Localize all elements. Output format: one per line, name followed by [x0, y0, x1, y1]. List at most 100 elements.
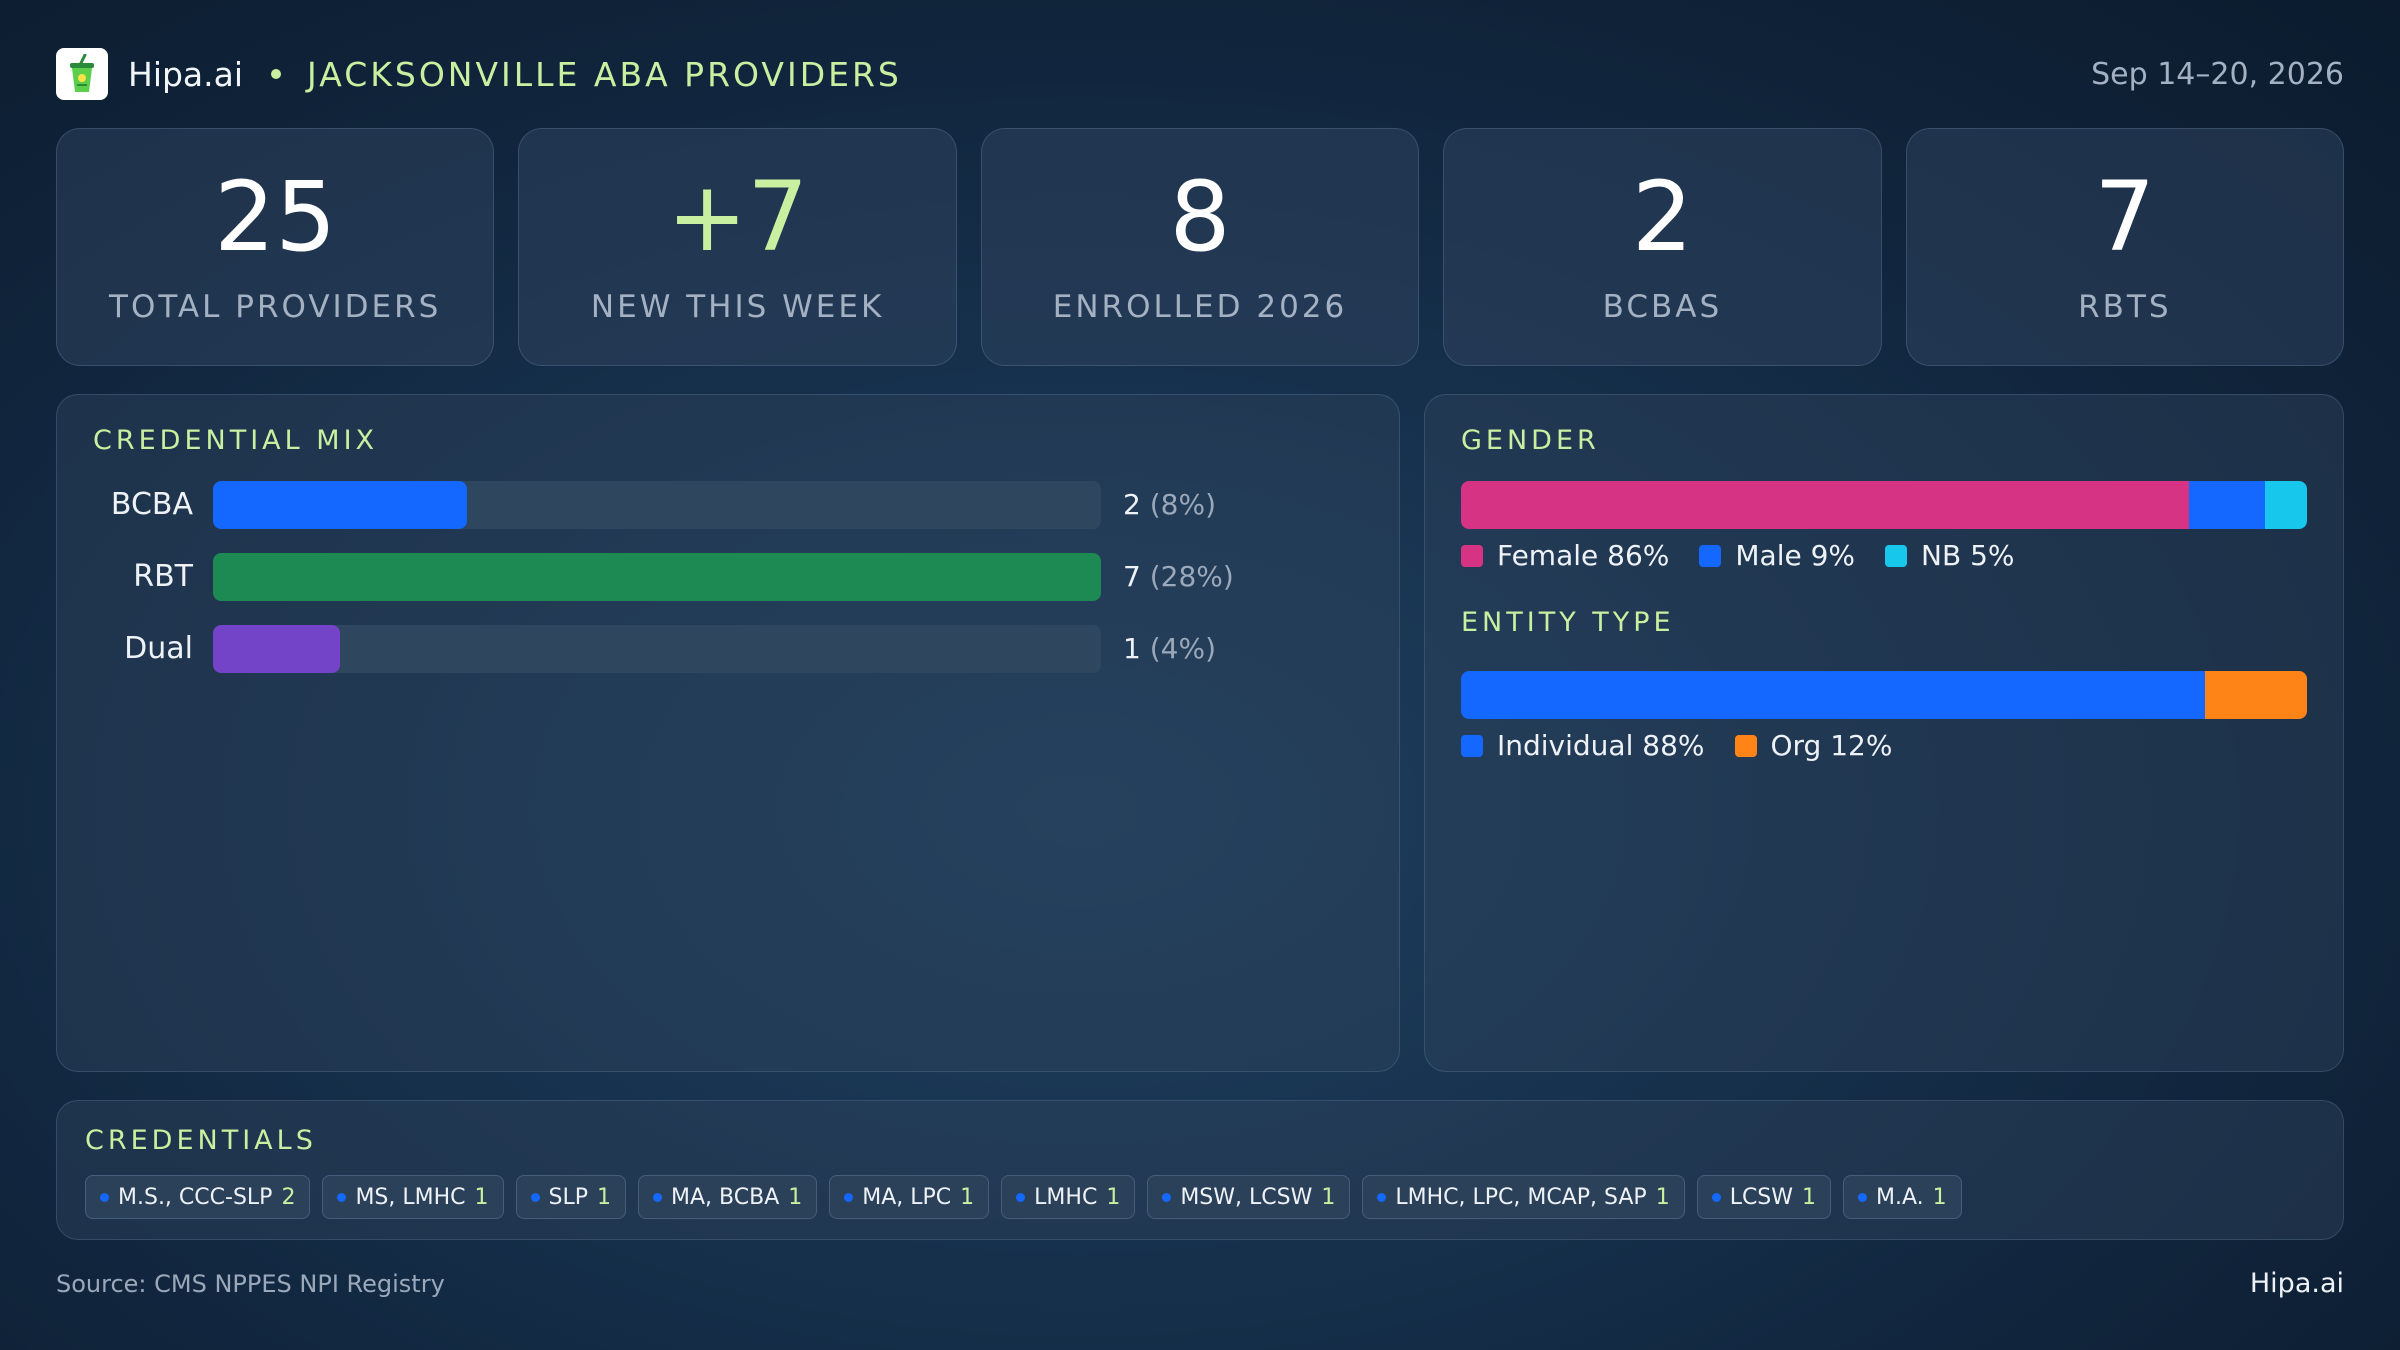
- source-note: Source: CMS NPPES NPI Registry: [56, 1270, 445, 1298]
- tag-label: MA, LPC: [862, 1184, 952, 1210]
- tag-label: LCSW: [1729, 1184, 1794, 1210]
- drink-cup-icon: [56, 48, 108, 100]
- kpi-value: 2: [1631, 161, 1693, 273]
- kpi-enrolled-2026: 8 ENROLLED 2026: [980, 128, 1420, 366]
- credential-bar: [213, 481, 467, 529]
- gender-stacked-bar: [1461, 481, 2307, 529]
- tag-label: MA, BCBA: [671, 1184, 780, 1210]
- legend-label: NB 5%: [1921, 539, 2015, 572]
- legend-label: Org 12%: [1770, 729, 1893, 762]
- entity-type-title: ENTITY TYPE: [1461, 607, 1675, 638]
- credential-percent: (4%): [1149, 632, 1217, 665]
- tag-label: SLP: [548, 1184, 589, 1210]
- legend-item: Org 12%: [1734, 729, 1893, 762]
- kpi-value: +7: [666, 161, 809, 273]
- tag-dot-icon: [530, 1192, 540, 1202]
- kpi-value: 8: [1169, 161, 1231, 273]
- tag-dot-icon: [1016, 1192, 1026, 1202]
- tag-dot-icon: [1711, 1192, 1721, 1202]
- legend-item: Male 9%: [1699, 539, 1855, 572]
- tag-count: 1: [1321, 1184, 1336, 1210]
- kpi-label: ENROLLED 2026: [1052, 289, 1348, 325]
- credential-tag: MSW, LCSW 1: [1147, 1175, 1351, 1219]
- legend-swatch: [1461, 734, 1483, 757]
- credential-count: 7: [1123, 560, 1141, 593]
- entity-type-segment: [1461, 671, 2206, 719]
- title-separator-dot: [271, 69, 282, 79]
- tag-label: LMHC: [1034, 1184, 1098, 1210]
- legend-swatch: [1885, 544, 1908, 567]
- tag-count: 1: [1932, 1184, 1947, 1210]
- credential-tag: MS, LMHC 1: [322, 1175, 504, 1219]
- page-title: JACKSONVILLE ABA PROVIDERS: [307, 54, 902, 94]
- legend-label: Individual 88%: [1497, 729, 1705, 762]
- tag-count: 2: [281, 1184, 296, 1210]
- kpi-total-providers: 25 TOTAL PROVIDERS: [56, 128, 495, 366]
- credential-percent: (28%): [1149, 560, 1234, 593]
- demographics-panel: GENDER Female 86% Male 9% NB 5% ENTITY TYP…: [1424, 394, 2344, 1072]
- credentials-title: CREDENTIALS: [85, 1125, 317, 1156]
- credential-tag: LMHC, LPC, MCAP, SAP 1: [1362, 1175, 1685, 1219]
- date-range: Sep 14–20, 2026: [2091, 56, 2344, 92]
- credential-tags: M.S., CCC-SLP 2 MS, LMHC 1 SLP 1 MA, BCBA 1 MA, …: [85, 1175, 1962, 1219]
- kpi-rbts: 7 RBTS: [1905, 128, 2345, 366]
- legend-label: Male 9%: [1735, 539, 1856, 572]
- legend-swatch: [1461, 544, 1483, 567]
- tag-label: LMHC, LPC, MCAP, SAP: [1395, 1184, 1647, 1210]
- footer-brand: Hipa.ai: [2249, 1268, 2344, 1299]
- tag-label: MS, LMHC: [355, 1184, 466, 1210]
- kpi-label: BCBAS: [1602, 289, 1723, 325]
- credential-value: 1 (4%): [1123, 625, 1216, 673]
- gender-legend: Female 86% Male 9% NB 5%: [1461, 539, 2045, 572]
- tag-dot-icon: [1162, 1192, 1172, 1202]
- tag-dot-icon: [337, 1192, 347, 1202]
- tag-count: 1: [597, 1184, 612, 1210]
- kpi-value: 25: [214, 161, 337, 273]
- credential-row-rbt: RBT 7 (28%): [57, 553, 1401, 601]
- credential-tag: LCSW 1: [1696, 1175, 1832, 1219]
- credential-bar: [213, 625, 340, 673]
- credential-count: 2: [1123, 488, 1141, 521]
- credential-bar-track: [213, 481, 1101, 529]
- kpi-label: NEW THIS WEEK: [590, 289, 885, 325]
- legend-swatch: [1699, 544, 1722, 567]
- gender-segment: [1461, 481, 2189, 529]
- credential-bar-track: [213, 625, 1101, 673]
- header: Hipa.ai JACKSONVILLE ABA PROVIDERS Sep 1…: [56, 48, 2344, 100]
- legend-label: Female 86%: [1497, 539, 1670, 572]
- tag-dot-icon: [844, 1192, 854, 1202]
- tag-label: MSW, LCSW: [1180, 1184, 1313, 1210]
- credential-label: RBT: [133, 559, 193, 594]
- legend-swatch: [1734, 734, 1757, 757]
- tag-count: 1: [960, 1184, 975, 1210]
- gender-segment: [2264, 481, 2307, 529]
- tag-count: 1: [474, 1184, 489, 1210]
- legend-item: Female 86%: [1461, 539, 1669, 572]
- entity-type-legend: Individual 88% Org 12%: [1461, 729, 1922, 762]
- credential-bar: [213, 553, 1101, 601]
- credential-tag: M.A. 1: [1843, 1175, 1962, 1219]
- kpi-bcbas: 2 BCBAS: [1443, 128, 1882, 366]
- tag-count: 1: [1655, 1184, 1670, 1210]
- entity-type-segment: [2205, 671, 2307, 719]
- tag-dot-icon: [653, 1192, 663, 1202]
- tag-label: M.A.: [1876, 1184, 1924, 1210]
- tag-count: 1: [1802, 1184, 1817, 1210]
- credential-label: BCBA: [110, 487, 193, 522]
- credentials-panel: CREDENTIALS M.S., CCC-SLP 2 MS, LMHC 1 SLP 1 M…: [56, 1100, 2344, 1240]
- kpi-row: 25 TOTAL PROVIDERS +7 NEW THIS WEEK 8 EN…: [56, 128, 2345, 366]
- tag-dot-icon: [1377, 1192, 1387, 1202]
- credential-value: 2 (8%): [1123, 481, 1216, 529]
- kpi-value: 7: [2094, 161, 2156, 273]
- kpi-new-this-week: +7 NEW THIS WEEK: [518, 128, 957, 366]
- credential-row-bcba: BCBA 2 (8%): [57, 481, 1401, 529]
- entity-type-stacked-bar: [1461, 671, 2307, 719]
- credential-mix-title: CREDENTIAL MIX: [93, 425, 379, 456]
- tag-dot-icon: [1858, 1192, 1868, 1202]
- kpi-label: RBTS: [2078, 289, 2172, 325]
- credential-label: Dual: [124, 631, 193, 666]
- credential-bar-track: [213, 553, 1101, 601]
- credential-value: 7 (28%): [1123, 553, 1234, 601]
- legend-item: Individual 88%: [1461, 729, 1705, 762]
- credential-tag: MA, LPC 1: [829, 1175, 990, 1219]
